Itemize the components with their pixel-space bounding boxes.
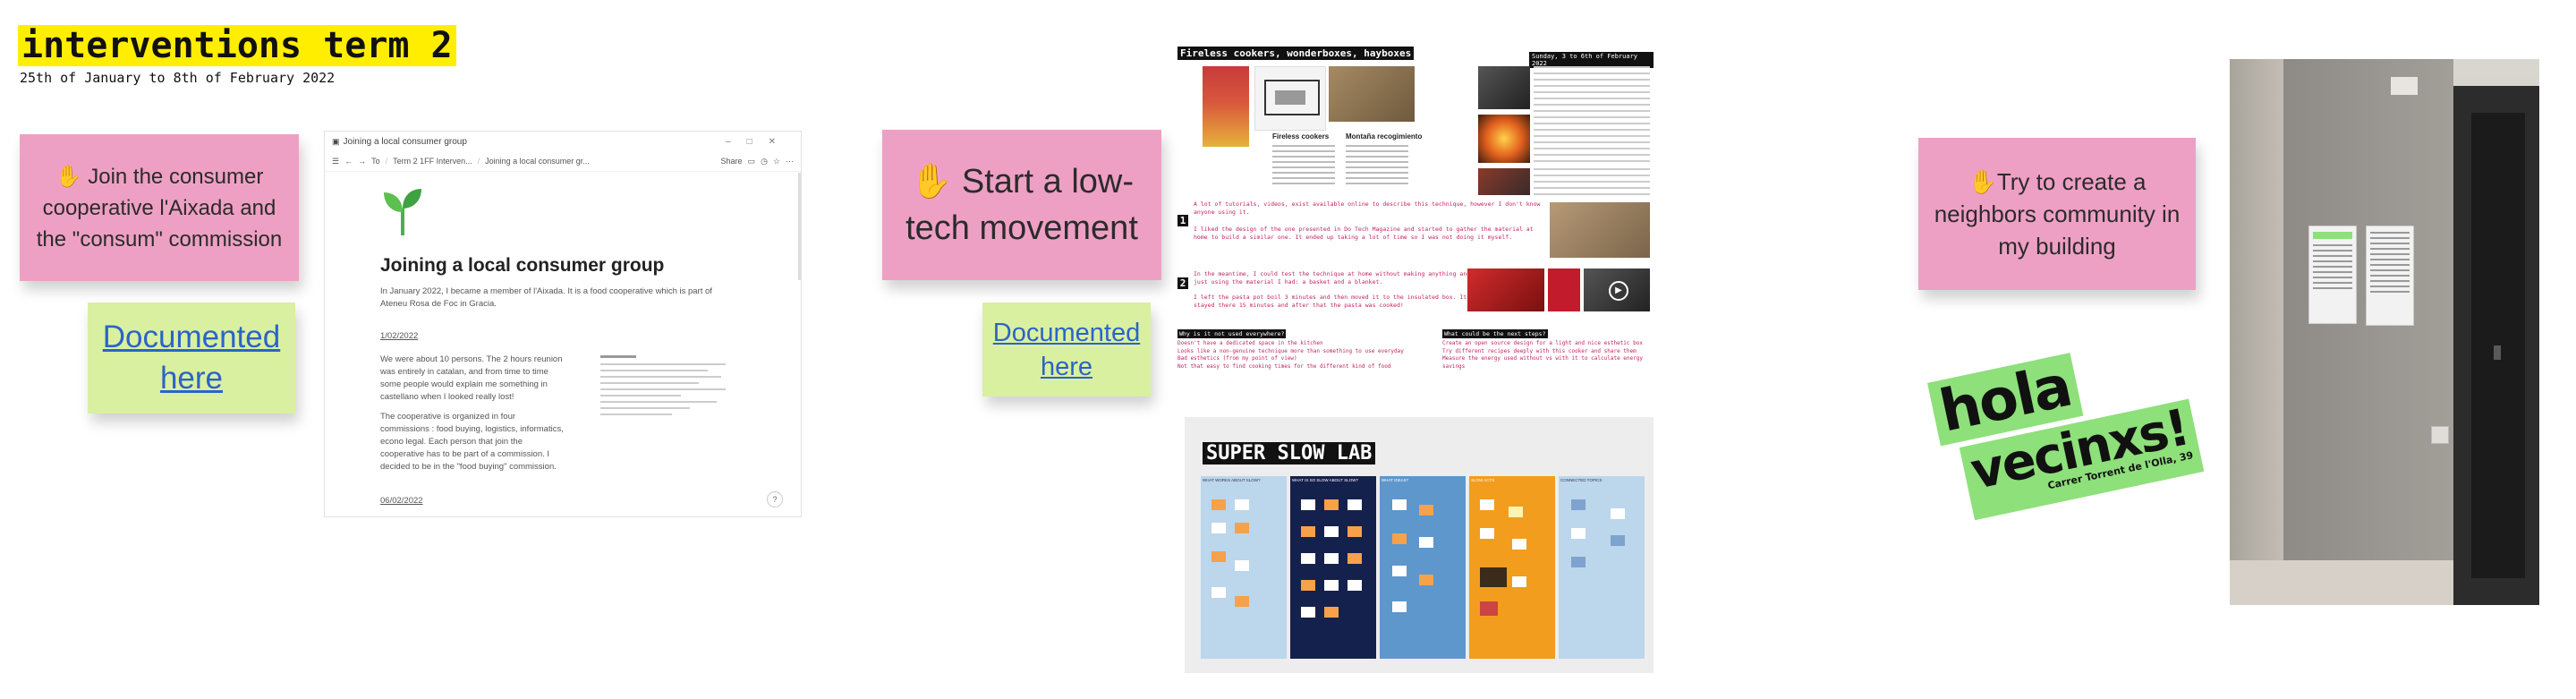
help-button[interactable]: ?: [767, 491, 783, 507]
step2-photo: [1548, 269, 1580, 311]
breadcrumb-item[interactable]: Term 2 1FF Interven...: [393, 157, 472, 166]
column-header: CONNECTED TOPICS: [1560, 478, 1603, 482]
next-list: Create an open source design for a light…: [1442, 340, 1654, 371]
paragraph: We were about 10 persons. The 2 hours re…: [380, 354, 563, 402]
notion-navbar: ☰ ← → To / Term 2 1FF Interven... / Join…: [325, 151, 801, 172]
sticky-note-neighbors[interactable]: ✋Try to create a neighbors community in …: [1918, 138, 2196, 290]
yellow-cooker-photo: [1203, 66, 1249, 147]
documented-here-link[interactable]: Documented here: [982, 316, 1151, 384]
column-header: SLOW ACTS: [1471, 478, 1495, 482]
fire-photo: [1478, 115, 1530, 163]
share-button[interactable]: Share: [721, 157, 743, 166]
column-header: WHAT WORKS ABOUT SLOW?: [1203, 478, 1261, 482]
forward-icon[interactable]: →: [358, 157, 366, 166]
window-titlebar: ▣ Joining a local consumer group –□✕: [325, 132, 801, 151]
documented-here-link-note[interactable]: Documented here: [982, 303, 1151, 396]
why-item: Doesn't have a dedicated space in the ki…: [1177, 340, 1323, 346]
documented-here-link[interactable]: Documented here: [88, 317, 295, 399]
super-slow-lab-board: SUPER SLOW LAB WHAT WORKS ABOUT SLOW? WH…: [1185, 417, 1654, 673]
next-heading: What could be the next steps?: [1442, 329, 1548, 338]
documented-here-link-note[interactable]: Documented here: [88, 303, 295, 413]
page-icon: ▣: [332, 136, 340, 146]
step2-photo: [1467, 269, 1544, 311]
posted-flyer: [2308, 226, 2357, 324]
step-text: In the meantime, I could test the techni…: [1194, 270, 1471, 286]
intro-paragraph: In January 2022, I became a member of l'…: [380, 286, 712, 309]
step-number: 2: [1177, 277, 1188, 289]
paragraph: The cooperative is organized in four com…: [380, 412, 564, 472]
column-header: WHAT IS SO SLOW ABOUT SLOW?: [1292, 478, 1359, 482]
hola-vecinxs-sticker: hola vecinxs! Carrer Torrent de l'Olla, …: [1917, 326, 2205, 551]
board-subtitle: 25th of January to 8th of February 2022: [20, 70, 336, 86]
comment-icon[interactable]: ▭: [748, 157, 756, 166]
column-header: WHAT IDEAS?: [1382, 478, 1409, 482]
date-heading: 1/02/2022: [380, 331, 419, 341]
why-item: Bad esthetics (from my point of view): [1177, 355, 1297, 362]
box-photo: [1329, 66, 1415, 122]
step-text: A lot of tutorials, videos, exist availa…: [1194, 200, 1541, 216]
video-thumbnail[interactable]: ▶: [1584, 269, 1650, 311]
next-item: Create an open source design for a light…: [1442, 340, 1643, 346]
window-title: Joining a local consumer group: [343, 136, 467, 147]
sticky-note-consumer-coop[interactable]: ✋ Join the consumer cooperative l'Aixada…: [20, 134, 299, 281]
sprout-icon: [380, 185, 425, 242]
board-title: SUPER SLOW LAB: [1203, 442, 1376, 465]
cooker-diagram: [1254, 66, 1326, 131]
slide-title: Fireless cookers, wonderboxes, hayboxes: [1177, 47, 1415, 60]
step-text: I left the pasta pot boil 3 minutes and …: [1194, 294, 1467, 309]
why-heading: Why is it not used everywhere?: [1177, 329, 1287, 338]
maximize-icon[interactable]: □: [747, 137, 769, 147]
why-item: Looks like a non-genuine technique more …: [1177, 347, 1404, 354]
close-icon[interactable]: ✕: [769, 137, 792, 147]
hand-emoji-icon: ✋: [1968, 168, 1997, 195]
next-item: Measure the energy used without vs with …: [1442, 355, 1643, 370]
notion-page-screenshot: ▣ Joining a local consumer group –□✕ ☰ ←…: [324, 131, 802, 517]
posted-flyer: [2366, 226, 2414, 326]
breadcrumb-item[interactable]: Joining a local consumer gr...: [485, 157, 590, 166]
pot-photo: [1478, 168, 1530, 195]
back-icon[interactable]: ←: [344, 157, 353, 166]
side-note-list: [600, 355, 735, 420]
building-hallway-photo: [2230, 59, 2539, 605]
page-title: Joining a local consumer group: [380, 255, 665, 276]
why-item: Not that easy to find cooking times for …: [1177, 362, 1391, 370]
why-list: Doesn't have a dedicated space in the ki…: [1177, 340, 1419, 371]
card-title: Montaña recogimiento: [1346, 132, 1423, 141]
scrollbar[interactable]: [798, 173, 801, 280]
pot-photo: [1478, 66, 1530, 109]
hand-emoji-icon: ✋: [909, 163, 953, 200]
card-title: Fireless cookers: [1272, 132, 1330, 141]
play-icon[interactable]: ▶: [1609, 281, 1628, 301]
sticky-note-low-tech[interactable]: ✋ Start a low-tech movement: [882, 130, 1161, 280]
breadcrumb-item[interactable]: To: [371, 157, 380, 166]
date-heading: 06/02/2022: [380, 496, 423, 506]
step-text: I liked the design of the one presented …: [1194, 226, 1534, 241]
more-icon[interactable]: ···: [786, 157, 794, 166]
star-icon[interactable]: ☆: [773, 157, 780, 166]
step-number: 1: [1177, 215, 1188, 226]
minimize-icon[interactable]: –: [726, 137, 747, 147]
fireless-cooker-slide: Fireless cookers, wonderboxes, hayboxes …: [1177, 47, 1654, 387]
board-title: interventions term 2: [18, 25, 456, 66]
next-item: Try different recipes deeply with this c…: [1442, 347, 1637, 354]
menu-icon[interactable]: ☰: [332, 157, 339, 166]
step1-photo: [1550, 202, 1650, 258]
clock-icon[interactable]: ◷: [761, 157, 768, 166]
hand-emoji-icon: ✋: [55, 164, 82, 189]
